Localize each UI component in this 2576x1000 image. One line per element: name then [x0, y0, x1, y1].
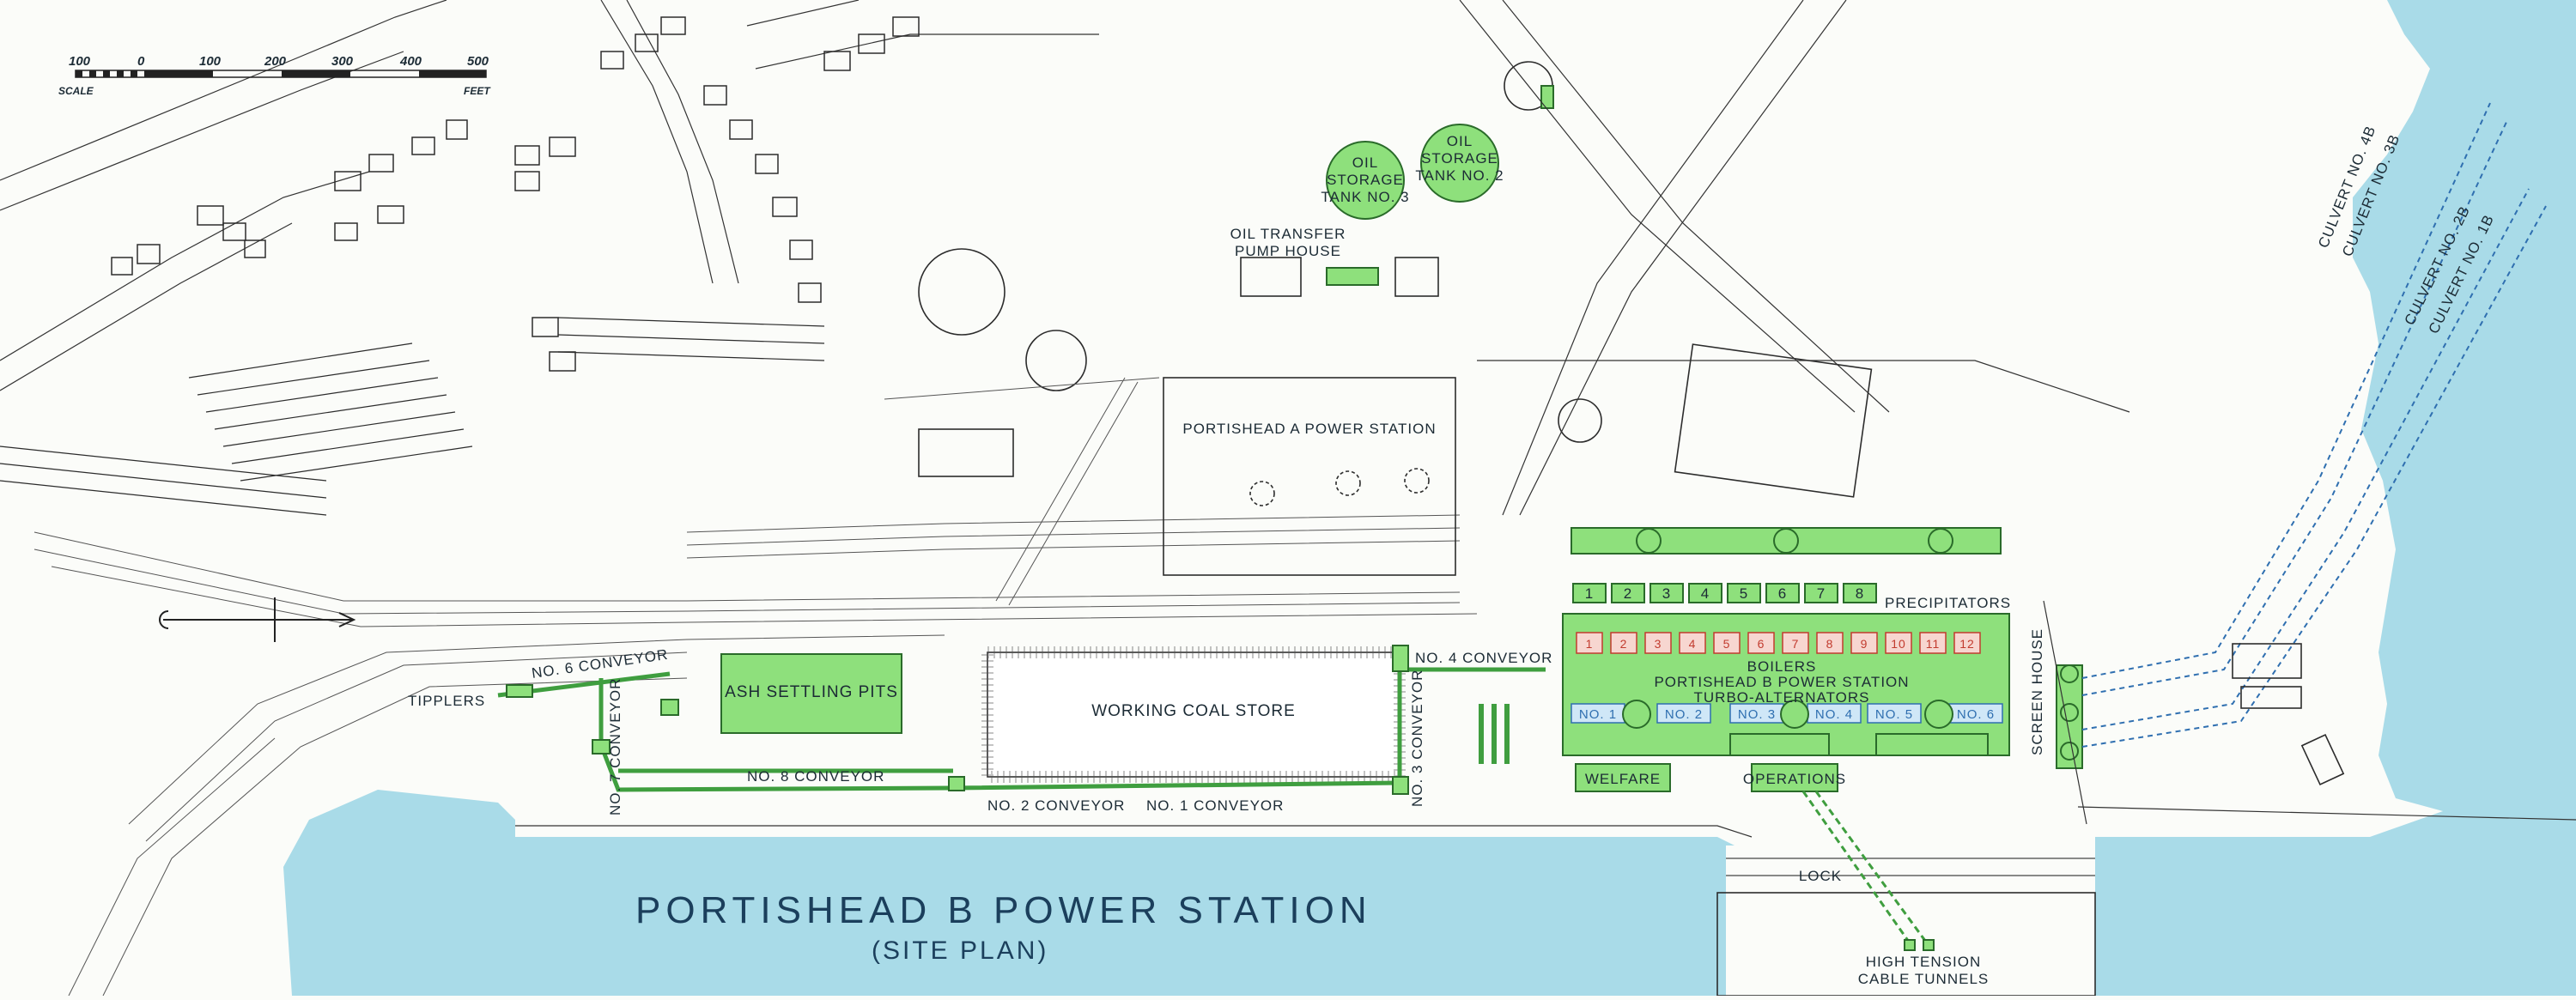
disused-tank-west — [918, 248, 1005, 336]
site-plan-map: 100 0 100 200 300 400 500 SCALE FEET OIL… — [0, 0, 2576, 997]
precip-number: 2 — [1624, 585, 1632, 602]
precip-number: 7 — [1817, 585, 1826, 602]
scale-tick: 500 — [467, 54, 489, 69]
precipitator-numbers: 1 2 3 4 5 6 7 8 — [1585, 585, 1864, 602]
quay-edge — [515, 825, 1753, 838]
coal-stockpile-bays — [1479, 704, 1510, 764]
boiler-number: 11 — [1926, 637, 1941, 651]
no2-conveyor-label: NO. 2 CONVEYOR — [987, 797, 1125, 814]
boilers-label: BOILERS — [1747, 658, 1817, 675]
no8-conveyor-label: NO. 8 CONVEYOR — [747, 768, 884, 785]
oil-tank-2-label: OIL — [1447, 133, 1473, 149]
boiler-number: 5 — [1723, 637, 1731, 651]
scale-tick: 100 — [69, 54, 91, 69]
page-subtitle: (SITE PLAN) — [872, 936, 1048, 965]
scale-bar — [75, 70, 487, 78]
precip-number: 6 — [1778, 585, 1787, 602]
precipitators-label: PRECIPITATORS — [1885, 595, 2011, 611]
lock-label: LOCK — [1799, 868, 1842, 884]
scale-tick: 300 — [331, 54, 354, 69]
boiler-number: 3 — [1655, 637, 1662, 651]
scale-tick: 100 — [199, 54, 222, 69]
no4-conveyor-label: NO. 4 CONVEYOR — [1415, 650, 1552, 666]
turbo-number: NO. 3 — [1738, 707, 1776, 722]
scale-tick: 200 — [264, 54, 287, 69]
scale-left-label: SCALE — [58, 85, 94, 97]
north-arrow-icon — [159, 597, 356, 642]
oil-tank-3-label: OIL — [1352, 155, 1378, 171]
station-a-conveyors — [884, 377, 1160, 606]
coal-store-label: WORKING COAL STORE — [1091, 702, 1296, 720]
scale-right-label: FEET — [464, 85, 491, 97]
boiler-number: 12 — [1959, 637, 1975, 651]
operations-label: OPERATIONS — [1743, 771, 1846, 787]
turbo-number: NO. 6 — [1957, 707, 1995, 722]
precip-number: 5 — [1740, 585, 1748, 602]
no1-conveyor-label: NO. 1 CONVEYOR — [1146, 797, 1284, 814]
oil-tank-2-label: STORAGE — [1421, 150, 1498, 167]
ht-label: CABLE TUNNELS — [1858, 971, 1990, 987]
turbo-number: NO. 2 — [1665, 707, 1703, 722]
turbo-number: NO. 4 — [1815, 707, 1853, 722]
oil-pump-house-label: OIL TRANSFER — [1230, 226, 1346, 242]
oil-tank-3-label: TANK NO. 3 — [1321, 189, 1409, 205]
scale-tick: 0 — [137, 54, 145, 69]
turbo-number: NO. 1 — [1579, 707, 1617, 722]
ht-label: HIGH TENSION — [1866, 954, 1981, 970]
disused-tank-east — [1558, 398, 1602, 443]
estuary-water — [2147, 0, 2576, 811]
oil-pump-house-label: PUMP HOUSE — [1235, 243, 1341, 259]
outer-basin-water — [2095, 811, 2576, 996]
boiler-number: 7 — [1792, 637, 1800, 651]
scale-tick: 400 — [399, 54, 422, 69]
precip-number: 8 — [1856, 585, 1864, 602]
station-a-ancillary — [918, 428, 1014, 477]
turbo-label: TURBO-ALTERNATORS — [1694, 689, 1870, 706]
station-a-store — [1394, 257, 1439, 297]
welfare-label: WELFARE — [1585, 771, 1661, 787]
precip-number: 4 — [1701, 585, 1710, 602]
station-a-label: PORTISHEAD A POWER STATION — [1182, 421, 1436, 437]
precip-number: 1 — [1585, 585, 1594, 602]
precipitator-row — [1572, 583, 1877, 603]
no3-conveyor-label: NO. 3 CONVEYOR — [1409, 670, 1425, 807]
boiler-number: 9 — [1861, 637, 1868, 651]
boiler-number: 1 — [1586, 637, 1594, 651]
screen-house-label: SCREEN HOUSE — [2029, 628, 2045, 755]
boiler-number: 6 — [1758, 637, 1765, 651]
station-a-workshop — [1240, 257, 1302, 297]
station-b-label: PORTISHEAD B POWER STATION — [1654, 674, 1909, 690]
oil-transfer-pump-house — [1326, 267, 1379, 286]
ash-pits-label: ASH SETTLING PITS — [725, 683, 898, 701]
portishead-a-power-station — [1163, 377, 1456, 576]
disused-tank-center — [1025, 330, 1087, 391]
boiler-number: 8 — [1826, 637, 1834, 651]
ash-pump — [660, 699, 679, 716]
page-title: PORTISHEAD B POWER STATION — [635, 889, 1372, 931]
no7-conveyor-label: NO. 7 CONVEYOR — [607, 678, 623, 815]
turbo-number: NO. 5 — [1875, 707, 1913, 722]
tipplers-label: TIPPLERS — [408, 693, 485, 709]
boiler-number: 10 — [1891, 637, 1906, 651]
oil-tank-3-label: STORAGE — [1327, 172, 1404, 188]
boiler-number: 4 — [1689, 637, 1697, 651]
precip-number: 3 — [1662, 585, 1671, 602]
oil-tank-2-label: TANK NO. 2 — [1415, 167, 1504, 184]
boiler-number: 2 — [1620, 637, 1628, 651]
